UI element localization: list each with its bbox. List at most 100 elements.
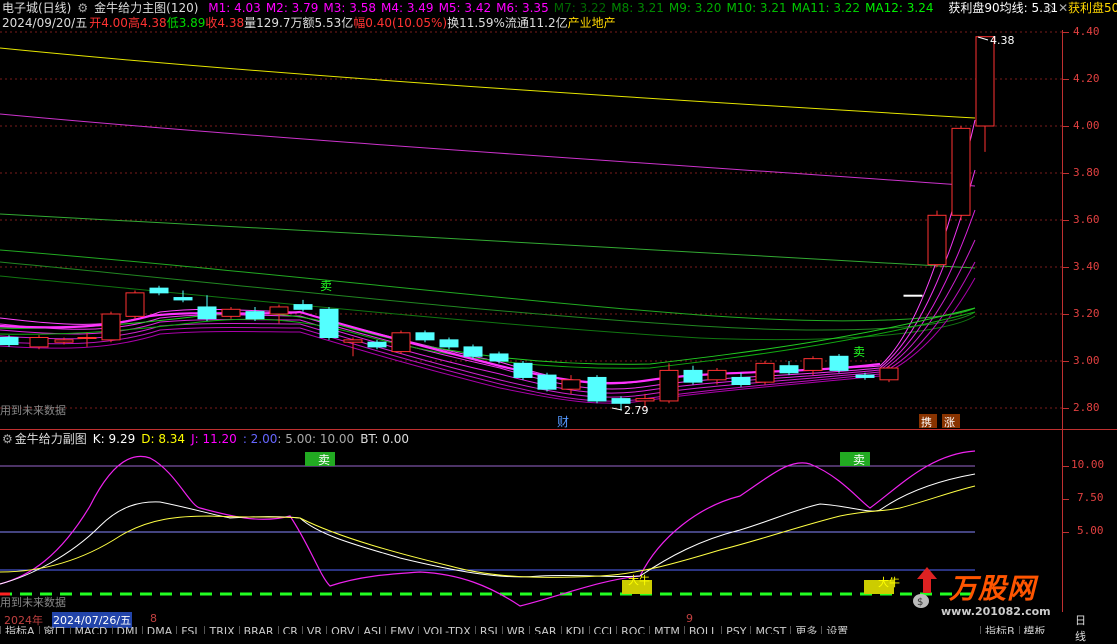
candle[interactable] (29, 335, 49, 350)
sub-axis-7-5: 7.50 (1077, 491, 1104, 504)
brand-name: 万股网 (949, 572, 1037, 605)
sub-d: D: 8.34 (141, 432, 186, 446)
sell-label-1: 卖 (320, 279, 332, 293)
high-marker: 4.38 (990, 34, 1015, 47)
tab-obv[interactable]: OBV (326, 626, 358, 634)
candle[interactable] (903, 294, 923, 297)
candle[interactable] (587, 375, 607, 404)
tag-1[interactable]: 携 (921, 415, 932, 429)
candle[interactable] (829, 353, 849, 373)
sub-indicator-name[interactable]: 金牛给力副图 (15, 432, 87, 446)
ma-value-2: M2: 3.79 (265, 1, 319, 15)
sub-header: ⚙ 金牛给力副图 K: 9.29 D: 8.34 J: 11.20: 2.00: 5.0… (2, 432, 415, 446)
tab-cr[interactable]: CR (277, 626, 302, 634)
right-tab-2[interactable]: 模板 (1018, 626, 1050, 634)
sub-k: K: 9.29 (92, 432, 136, 446)
candle[interactable] (125, 290, 145, 319)
sub-settings-icon[interactable]: ⚙ (2, 432, 13, 446)
tab-vr[interactable]: VR (301, 626, 326, 634)
tab-boll[interactable]: BOLL (683, 626, 721, 634)
candle[interactable] (659, 363, 679, 404)
ma-value-6: M6: 3.35 (496, 1, 549, 15)
tab-vol-tdx[interactable]: VOL-TDX (418, 626, 475, 634)
tab-更多[interactable]: 更多 (790, 626, 821, 634)
right-tab-1[interactable]: 指标B (980, 626, 1019, 634)
ma-long-green-2 (0, 249, 976, 322)
price-axis-label: 4.20 (1073, 72, 1100, 85)
candle[interactable] (197, 295, 217, 322)
price-axis-tick (1063, 267, 1069, 268)
tab-kdj[interactable]: KDJ (560, 626, 589, 634)
tab-brar[interactable]: BRAR (238, 626, 278, 634)
tab-sar[interactable]: SAR (529, 626, 560, 634)
candle[interactable] (391, 330, 411, 354)
sub-chart[interactable]: 卖 卖 大牛 大牛 用到未来数据 (0, 446, 1062, 612)
price-axis-label: 3.60 (1073, 213, 1100, 226)
candle[interactable] (415, 330, 435, 343)
candle[interactable] (221, 306, 241, 319)
candle[interactable] (513, 361, 533, 380)
tab-psy[interactable]: PSY (721, 626, 750, 634)
candle[interactable] (927, 210, 947, 267)
tab-mtm[interactable]: MTM (649, 626, 684, 634)
candlesticks[interactable] (0, 36, 995, 411)
candle[interactable] (755, 361, 775, 385)
tab-fsl[interactable]: FSL (176, 626, 204, 634)
candle[interactable] (77, 332, 97, 347)
tab-cci[interactable]: CCI (588, 626, 617, 634)
tab-roc[interactable]: ROC (616, 626, 649, 634)
candle[interactable] (293, 299, 313, 312)
sub-p2: : 5.00 (277, 432, 312, 446)
tab-trix[interactable]: TRIX (204, 626, 238, 634)
ma-long-yellow (0, 47, 976, 119)
tab-mcst[interactable]: MCST (750, 626, 790, 634)
candle[interactable] (173, 290, 193, 303)
tab-asi[interactable]: ASI (358, 626, 385, 634)
candle[interactable] (683, 365, 703, 385)
candle[interactable] (537, 372, 557, 392)
candle[interactable] (245, 306, 265, 322)
quote-line: 2024/09/20/五 开4.00高4.38低3.89收4.38量129.7万额… (2, 16, 622, 30)
candle[interactable] (731, 372, 751, 387)
candle[interactable] (463, 344, 483, 359)
tab-指标a[interactable]: 指标A (0, 626, 39, 634)
tag-2[interactable]: 涨 (944, 416, 955, 429)
price-axis-tick (1063, 79, 1069, 80)
close-icon[interactable]: ✕ (1058, 1, 1068, 15)
tab-macd[interactable]: MACD (69, 626, 112, 634)
tab-wr[interactable]: WR (501, 626, 530, 634)
ma-value-10: M10: 3.21 (726, 1, 787, 15)
candle[interactable] (149, 285, 169, 296)
tab-rsi[interactable]: RSI (474, 626, 502, 634)
candle[interactable] (319, 306, 339, 340)
ma-value-12: MA12: 3.24 (865, 1, 934, 15)
candle[interactable] (101, 311, 121, 343)
tab-emv[interactable]: EMV (385, 626, 418, 634)
cai-label[interactable]: 财 (557, 415, 569, 429)
tab-设置[interactable]: 设置 (821, 626, 852, 634)
sub-value-axis: 10.00 7.50 5.00 (1062, 430, 1117, 612)
candle[interactable] (439, 337, 459, 350)
price-axis-tick (1063, 314, 1069, 315)
tab-dma[interactable]: DMA (141, 626, 177, 634)
tab-dmi[interactable]: DMI (111, 626, 142, 634)
main-chart[interactable]: 4.38 2.79 卖 卖 财 携 涨 用到未来数据 (0, 30, 1062, 430)
future-data-note-sub: 用到未来数据 (0, 595, 66, 609)
candle[interactable] (951, 126, 971, 220)
candle[interactable] (975, 36, 995, 152)
candle[interactable] (779, 361, 799, 376)
quote-sector[interactable]: 产业地产 (568, 16, 616, 30)
indicator-name[interactable]: 金牛给力主图(120) (94, 1, 198, 15)
ma-long-magenta (0, 113, 976, 187)
stock-name[interactable]: 电子城(日线) (2, 1, 71, 15)
price-axis-tick (1063, 126, 1069, 127)
diamond-icon[interactable]: ◇ (1045, 1, 1054, 15)
quote-high: 高4.38 (127, 16, 167, 30)
sub-p3: : 10.00 (311, 432, 355, 446)
chart-window-controls: ◇ ✕ (1045, 1, 1068, 15)
candle[interactable] (879, 365, 899, 383)
sub-p1: : 2.00 (242, 432, 278, 446)
settings-icon[interactable]: ⚙ (77, 1, 88, 15)
candle[interactable] (343, 337, 363, 357)
tab-窗口[interactable]: 窗口 (38, 626, 70, 634)
